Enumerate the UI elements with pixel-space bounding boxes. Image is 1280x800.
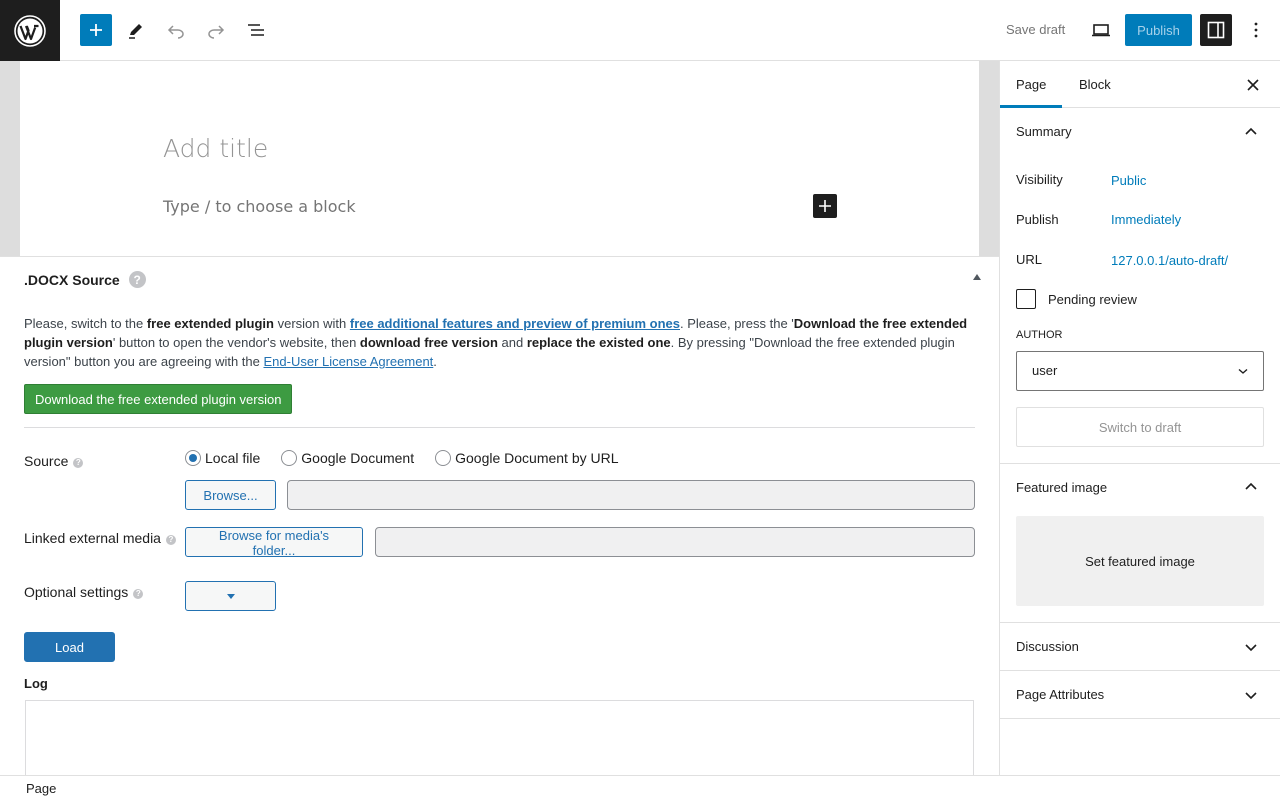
sidebar-icon <box>1207 21 1225 39</box>
editor-canvas: Add title Type / to choose a block <box>20 61 979 256</box>
url-label: URL <box>1016 252 1043 267</box>
source-label: Source? <box>24 453 84 469</box>
discussion-panel-toggle[interactable]: Discussion <box>1016 639 1079 654</box>
help-icon[interactable]: ? <box>165 534 176 545</box>
visibility-label: Visibility <box>1016 172 1063 187</box>
panel-divider <box>1000 622 1280 623</box>
help-icon[interactable]: ? <box>73 457 84 468</box>
chevron-down-icon[interactable] <box>1243 639 1259 655</box>
load-button[interactable]: Load <box>24 632 115 662</box>
chevron-up-icon[interactable] <box>1243 479 1259 495</box>
collapse-toggle-icon[interactable] <box>973 274 981 280</box>
chevron-down-icon <box>1238 368 1248 374</box>
block-inserter-button[interactable] <box>80 14 112 46</box>
features-link[interactable]: free additional features and preview of … <box>350 316 680 331</box>
list-view-icon <box>248 24 264 36</box>
panel-divider <box>1000 670 1280 671</box>
summary-panel-toggle[interactable]: Summary <box>1016 124 1072 139</box>
visibility-value[interactable]: Public <box>1111 173 1146 188</box>
pencil-icon <box>129 24 142 39</box>
radio-unchecked[interactable] <box>281 450 298 466</box>
block-breadcrumb-bar: Page <box>0 775 1280 800</box>
url-value[interactable]: 127.0.0.1/auto-draft/ <box>1111 253 1228 268</box>
linked-media-label: Linked external media? <box>24 530 176 546</box>
wordpress-logo-button[interactable] <box>0 0 60 61</box>
source-local-file[interactable]: Local file <box>185 450 260 466</box>
panel-divider <box>1000 463 1280 464</box>
log-label: Log <box>24 676 48 691</box>
author-label: AUTHOR <box>1016 329 1063 341</box>
metabox-header[interactable]: .DOCX Source ? <box>24 271 146 288</box>
tab-page[interactable]: Page <box>1000 61 1062 108</box>
switch-to-draft-button[interactable]: Switch to draft <box>1016 407 1264 447</box>
eula-link[interactable]: End-User License Agreement <box>263 354 433 369</box>
save-draft-button[interactable]: Save draft <box>996 14 1075 46</box>
redo-icon <box>208 25 225 39</box>
wordpress-icon <box>14 14 46 47</box>
pending-review-label[interactable]: Pending review <box>1048 292 1137 307</box>
options-menu-button[interactable] <box>1240 14 1272 46</box>
plus-icon <box>819 200 831 212</box>
tools-button[interactable] <box>120 14 152 46</box>
editor-header: Save draft Publish <box>0 0 1280 61</box>
upgrade-notice: Please, switch to the free extended plug… <box>24 316 968 369</box>
help-icon[interactable]: ? <box>128 271 146 288</box>
featured-image-panel-toggle[interactable]: Featured image <box>1016 480 1107 495</box>
browse-file-button[interactable]: Browse... <box>185 480 276 510</box>
optional-settings-label: Optional settings? <box>24 584 144 600</box>
author-select[interactable]: user <box>1016 351 1264 391</box>
close-sidebar-button[interactable] <box>1241 73 1265 97</box>
settings-sidebar: Page Block Summary Visibility Public Pub… <box>999 61 1280 775</box>
sidebar-tabs: Page Block <box>1000 61 1280 108</box>
breadcrumb-page[interactable]: Page <box>26 781 56 796</box>
download-extended-plugin-button[interactable]: Download the free extended plugin versio… <box>24 384 293 414</box>
log-textarea[interactable] <box>25 700 974 775</box>
editor-canvas-area: Add title Type / to choose a block <box>0 61 999 257</box>
post-title-input[interactable]: Add title <box>163 134 268 163</box>
undo-button[interactable] <box>160 14 192 46</box>
browse-media-folder-button[interactable]: Browse for media's folder... <box>185 527 363 558</box>
docx-source-metabox: .DOCX Source ? Please, switch to the fre… <box>0 257 999 775</box>
close-icon <box>1247 79 1259 91</box>
page-attributes-panel-toggle[interactable]: Page Attributes <box>1016 687 1104 702</box>
radio-unchecked[interactable] <box>435 450 452 466</box>
panel-divider <box>1000 718 1280 719</box>
file-path-input[interactable] <box>287 480 975 510</box>
document-overview-button[interactable] <box>240 14 272 46</box>
redo-button[interactable] <box>200 14 232 46</box>
caret-down-icon <box>226 593 235 599</box>
publish-label: Publish <box>1016 212 1059 227</box>
help-icon[interactable]: ? <box>133 588 144 599</box>
source-google-document[interactable]: Google Document <box>281 450 414 466</box>
undo-icon <box>167 25 184 39</box>
divider <box>24 427 975 428</box>
plus-icon <box>90 24 102 36</box>
chevron-down-icon[interactable] <box>1243 687 1259 703</box>
set-featured-image-button[interactable]: Set featured image <box>1016 516 1264 606</box>
more-vertical-icon <box>1254 22 1258 38</box>
chevron-up-icon[interactable] <box>1243 124 1259 140</box>
radio-checked[interactable] <box>185 450 201 466</box>
desktop-icon <box>1092 24 1110 37</box>
metabox-title: .DOCX Source <box>24 271 120 288</box>
settings-sidebar-toggle[interactable] <box>1200 14 1232 46</box>
tab-block[interactable]: Block <box>1079 61 1111 108</box>
source-google-document-url[interactable]: Google Document by URL <box>435 450 619 466</box>
publish-button[interactable]: Publish <box>1125 14 1192 46</box>
inline-inserter-button[interactable] <box>813 194 837 218</box>
publish-date-value[interactable]: Immediately <box>1111 212 1181 227</box>
block-appender[interactable]: Type / to choose a block <box>163 197 356 216</box>
preview-button[interactable] <box>1085 14 1117 46</box>
optional-settings-dropdown[interactable] <box>185 581 276 611</box>
media-folder-input[interactable] <box>375 527 975 557</box>
source-radio-group: Local file Google Document Google Docume… <box>185 450 640 466</box>
pending-review-checkbox[interactable] <box>1016 289 1036 309</box>
